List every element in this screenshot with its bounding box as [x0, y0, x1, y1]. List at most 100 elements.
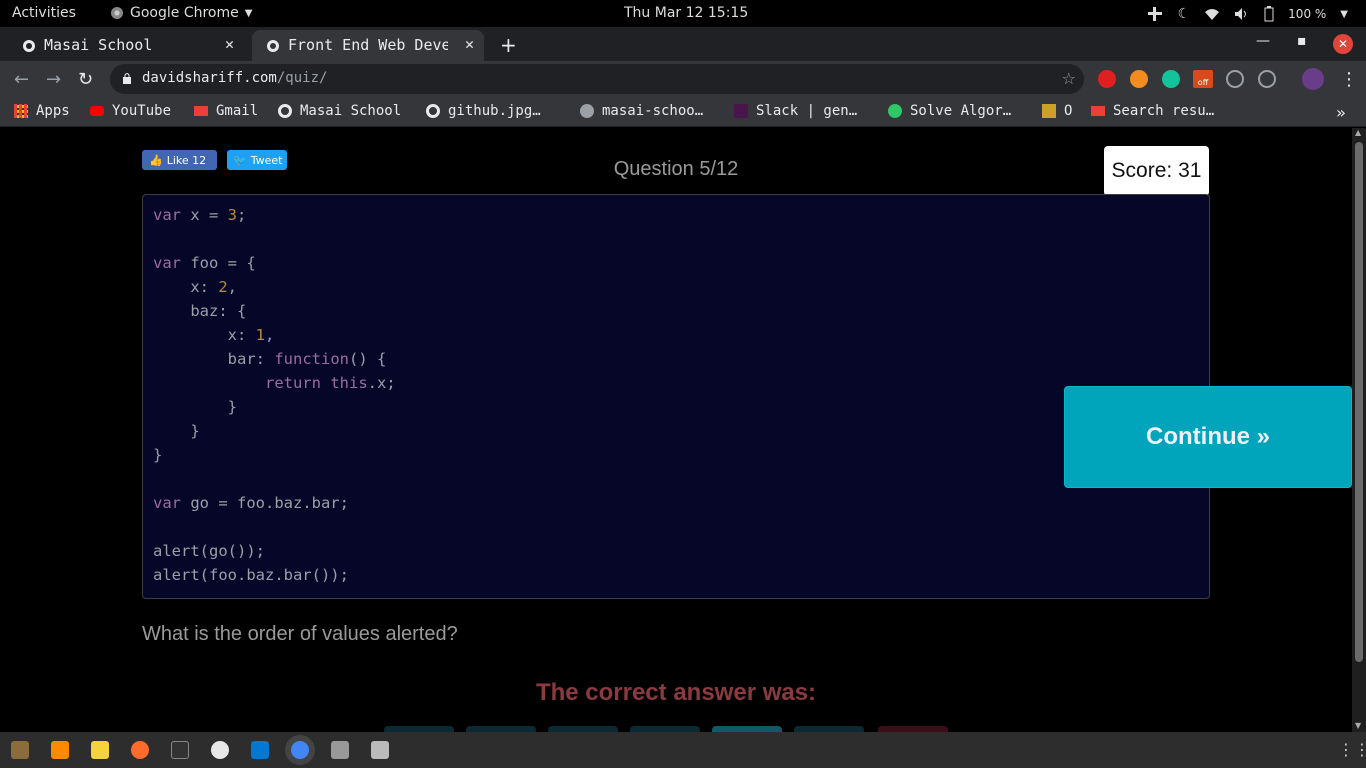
bookmarks-overflow-icon[interactable]: » [1336, 103, 1346, 122]
hackerrank-icon [888, 104, 902, 118]
code-line: } [153, 398, 237, 416]
bookmark-search-results[interactable]: Search resu… [1091, 103, 1214, 119]
clock[interactable]: Thu Mar 12 15:15 [624, 5, 748, 21]
taskbar: ⋮⋮ [0, 732, 1366, 768]
more-menu-icon[interactable]: ⋮ [1340, 69, 1358, 90]
bookmark-masai-school-github[interactable]: masai-schoo… [580, 103, 703, 119]
code-line: var x = 3; [153, 206, 247, 224]
forward-icon[interactable]: → [46, 69, 61, 90]
new-tab-button[interactable]: + [500, 33, 517, 57]
bookmark-github-jpg[interactable]: github.jpg… [426, 103, 541, 119]
postman-icon[interactable] [131, 741, 149, 759]
globe-icon [426, 104, 440, 118]
file-manager-icon[interactable] [331, 741, 349, 759]
extension-target-icon[interactable] [1258, 70, 1276, 88]
bookmark-icon [1042, 104, 1056, 118]
terminal-icon[interactable] [171, 741, 189, 759]
profile-avatar[interactable] [1302, 68, 1324, 90]
globe-icon [267, 40, 279, 52]
scroll-down-icon[interactable]: ▼ [1355, 721, 1361, 730]
reload-icon[interactable]: ↻ [78, 69, 93, 90]
files-icon[interactable] [11, 741, 29, 759]
chevron-down-icon: ▼ [1340, 8, 1348, 20]
show-apps-icon[interactable]: ⋮⋮ [1338, 740, 1366, 759]
question-text: What is the order of values alerted? [142, 623, 458, 645]
bookmark-solve-algorithms[interactable]: Solve Algor… [888, 103, 1011, 119]
code-block: var x = 3; var foo = { x: 2, baz: { x: 1… [142, 194, 1210, 599]
app-menu[interactable]: Google Chrome ▼ [110, 5, 252, 21]
wifi-icon [1205, 9, 1220, 20]
code-line: var foo = { [153, 254, 256, 272]
slack-app-icon[interactable] [211, 741, 229, 759]
drive-icon[interactable] [371, 741, 389, 759]
youtube-icon [90, 106, 104, 116]
extension-orange-icon[interactable] [1130, 70, 1148, 88]
close-icon[interactable]: ✕ [465, 35, 474, 53]
tab-masai-school[interactable]: Masai School ✕ [8, 30, 244, 61]
maximize-icon[interactable]: ▪ [1297, 33, 1307, 49]
address-bar[interactable]: davidshariff.com/quiz/ ☆ [110, 64, 1084, 94]
react-devtools-icon[interactable] [1226, 70, 1244, 88]
bookmark-masai-school[interactable]: Masai School [278, 103, 401, 119]
lock-icon [123, 73, 131, 84]
tab-title: Front End Web Developer Quiz [288, 36, 448, 54]
code-line: } [153, 422, 200, 440]
globe-icon [278, 104, 292, 118]
close-window-icon[interactable]: ✕ [1333, 34, 1353, 54]
page-scrollbar[interactable]: ▲ ▼ [1352, 128, 1366, 732]
tab-strip: Masai School ✕ Front End Web Developer Q… [0, 27, 1366, 61]
code-line: baz: { [153, 302, 247, 320]
back-icon[interactable]: ← [14, 69, 29, 90]
code-line: bar: function() { [153, 350, 387, 368]
close-icon[interactable]: ✕ [225, 35, 234, 53]
apps-grid-icon [14, 104, 28, 118]
extension-off-icon[interactable]: off [1193, 70, 1213, 88]
scroll-up-icon[interactable]: ▲ [1355, 128, 1361, 137]
code-line: alert(foo.baz.bar()); [153, 566, 349, 584]
gmail-icon [1091, 106, 1105, 116]
bookmark-apps[interactable]: Apps [14, 103, 70, 119]
system-tray[interactable]: ☾ 100 % ▼ [1146, 5, 1348, 23]
continue-button[interactable]: Continue » [1064, 386, 1352, 488]
grammarly-icon[interactable] [1162, 70, 1180, 88]
battery-icon [1264, 6, 1274, 22]
quiz-page: 👍 Like 12 🐦 Tweet Question 5/12 Score: 31 … [0, 128, 1352, 732]
bookmark-slack[interactable]: Slack | gen… [734, 103, 857, 119]
extension-red-hand-icon[interactable] [1098, 70, 1116, 88]
url-text: davidshariff.com/quiz/ [142, 70, 327, 86]
volume-icon [1235, 8, 1247, 20]
url-path: /quiz/ [276, 70, 328, 86]
bookmark-gmail[interactable]: Gmail [194, 103, 258, 119]
text-editor-icon[interactable] [91, 741, 109, 759]
code-line: x: 1, [153, 326, 275, 344]
chrome-app-icon[interactable] [291, 741, 309, 759]
tab-front-end-quiz[interactable]: Front End Web Developer Quiz ✕ [252, 30, 484, 61]
night-light-icon: ☾ [1177, 6, 1191, 22]
off-badge: off [1197, 78, 1209, 87]
activities-button[interactable]: Activities [12, 5, 76, 21]
bookmarks-bar: Apps YouTube Gmail Masai School github.j… [0, 97, 1366, 127]
sublime-text-icon[interactable] [51, 741, 69, 759]
chrome-icon [111, 7, 123, 19]
correct-answer-label: The correct answer was: [535, 679, 817, 706]
browser-toolbar: ← → ↻ davidshariff.com/quiz/ ☆ off ⋮ [0, 61, 1366, 97]
bookmark-o[interactable]: O [1042, 103, 1072, 119]
tab-title: Masai School [44, 36, 153, 54]
code-line: } [153, 446, 163, 464]
score-badge: Score: 31 [1104, 146, 1209, 196]
slack-icon [734, 104, 748, 118]
minimize-icon[interactable]: — [1256, 33, 1270, 49]
code-line: alert(go()); [153, 542, 265, 560]
vscode-icon[interactable] [251, 741, 269, 759]
bookmark-star-icon[interactable]: ☆ [1062, 69, 1076, 88]
scrollbar-thumb[interactable] [1355, 142, 1363, 662]
app-name: Google Chrome [130, 5, 239, 21]
code-line: var go = foo.baz.bar; [153, 494, 349, 512]
battery-percent: 100 % [1288, 7, 1327, 21]
code-line: x: 2, [153, 278, 238, 296]
gnome-top-bar: Activities Google Chrome ▼ Thu Mar 12 15… [0, 0, 1366, 27]
bookmark-youtube[interactable]: YouTube [90, 103, 171, 119]
